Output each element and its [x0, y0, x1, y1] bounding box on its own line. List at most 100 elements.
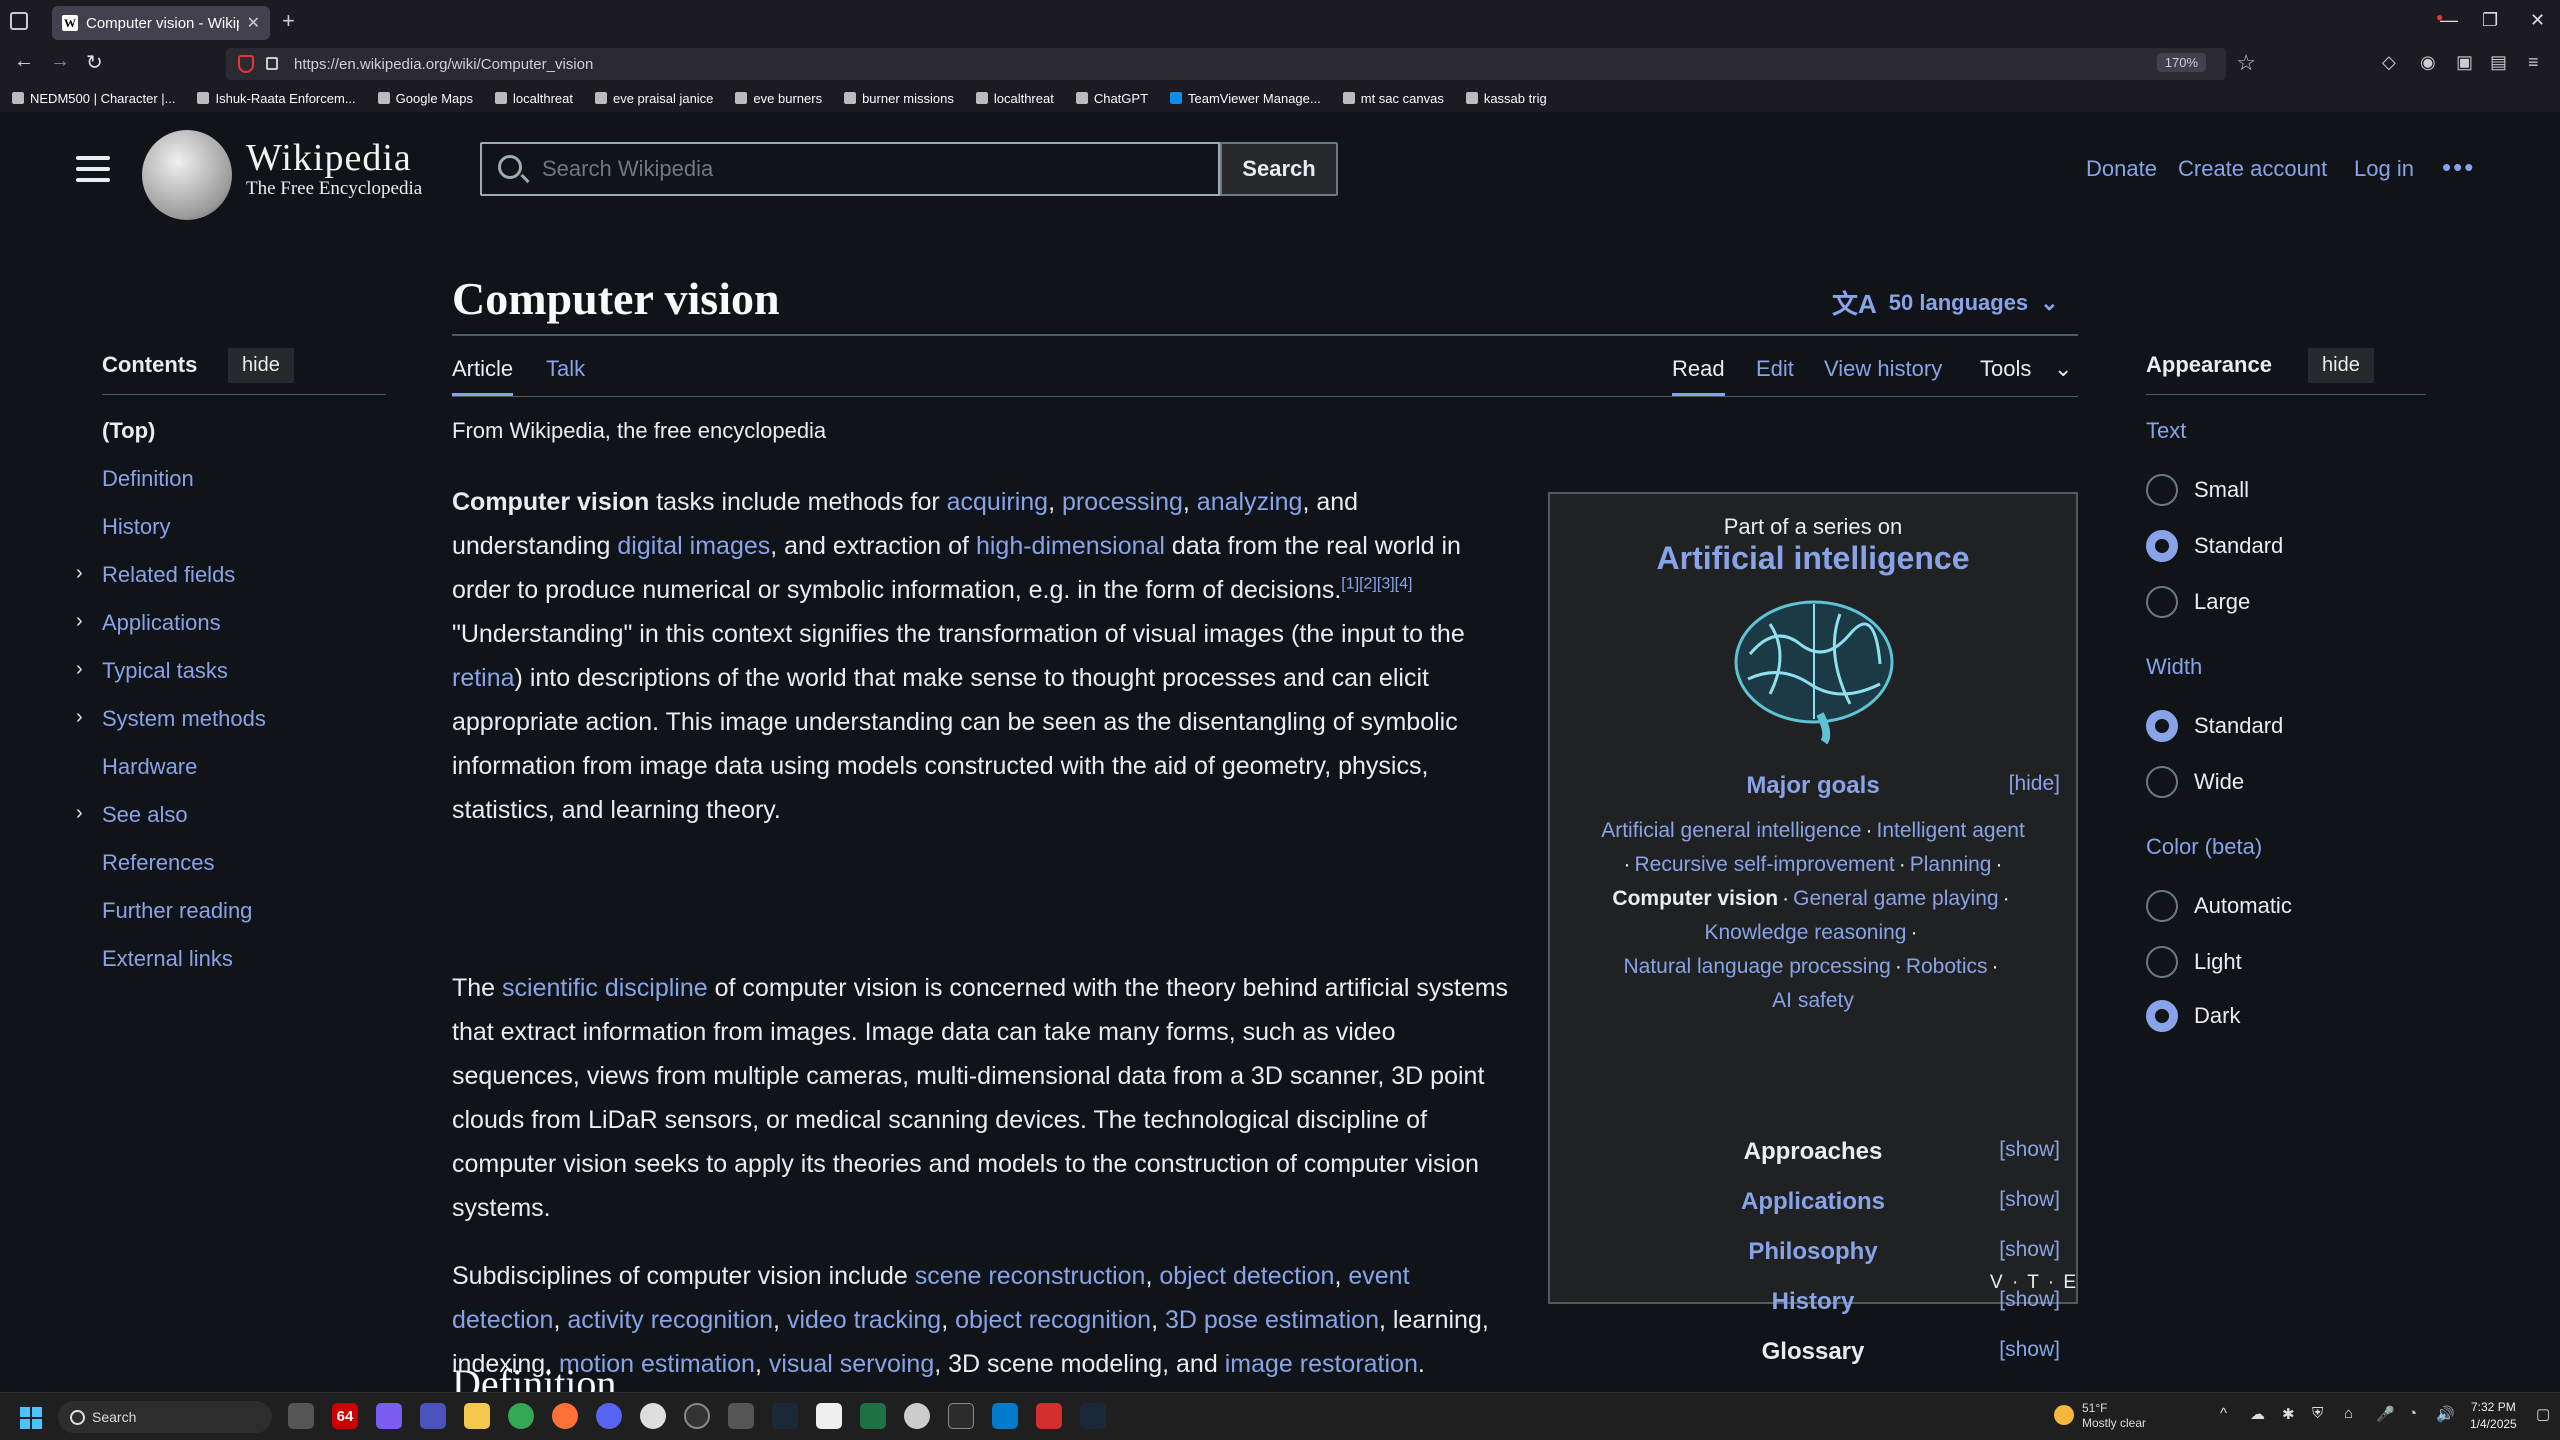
- series-title-link[interactable]: Artificial intelligence: [1550, 540, 2076, 577]
- chevron-right-icon[interactable]: ›: [76, 706, 83, 729]
- profile-icon[interactable]: ◉: [2420, 52, 2436, 73]
- chevron-right-icon[interactable]: ›: [76, 562, 83, 585]
- toc-item-related-fields[interactable]: Related fields: [102, 562, 235, 588]
- minimize-icon[interactable]: —: [2440, 10, 2458, 31]
- sidebar-toggle-icon[interactable]: [10, 12, 28, 30]
- tab-tools[interactable]: Tools: [1980, 356, 2031, 382]
- app-badge-icon[interactable]: 64: [332, 1403, 358, 1429]
- file-explorer-icon[interactable]: [464, 1403, 490, 1429]
- url-text[interactable]: https://en.wikipedia.org/wiki/Computer_v…: [294, 56, 593, 73]
- tab-edit[interactable]: Edit: [1756, 356, 1794, 382]
- donate-link[interactable]: Donate: [2086, 156, 2157, 182]
- toc-item-history[interactable]: History: [102, 514, 170, 540]
- bookmark-item[interactable]: ChatGPT: [1075, 91, 1148, 106]
- link[interactable]: image restoration: [1225, 1350, 1418, 1378]
- wifi-icon[interactable]: ◔: [2408, 1405, 2417, 1422]
- goal-link[interactable]: Artificial general intelligence: [1601, 819, 1861, 842]
- text-size-small-radio[interactable]: Small: [2146, 474, 2249, 506]
- approaches-show-toggle[interactable]: [show]: [1999, 1138, 2060, 1162]
- chevron-down-icon[interactable]: ⌄: [2054, 356, 2072, 382]
- toc-item-applications[interactable]: Applications: [102, 610, 221, 636]
- log-in-link[interactable]: Log in: [2354, 156, 2414, 182]
- app-icon[interactable]: [684, 1403, 710, 1429]
- bookmark-item[interactable]: localthreat: [975, 91, 1054, 106]
- weather-widget[interactable]: 51°F Mostly clear: [2054, 1401, 2146, 1431]
- link[interactable]: scientific discipline: [502, 974, 708, 1002]
- tab-talk[interactable]: Talk: [546, 356, 585, 382]
- appearance-hide-button[interactable]: hide: [2308, 348, 2374, 383]
- toc-item-hardware[interactable]: Hardware: [102, 754, 197, 780]
- network-icon[interactable]: ⌂: [2344, 1405, 2353, 1422]
- pocket-icon[interactable]: ◇: [2382, 52, 2396, 73]
- onedrive-icon[interactable]: ☁: [2250, 1405, 2265, 1423]
- toc-hide-button[interactable]: hide: [228, 348, 294, 383]
- approaches-heading[interactable]: Approaches: [1550, 1138, 2076, 1166]
- link[interactable]: object detection: [1159, 1262, 1334, 1290]
- discord-icon[interactable]: [596, 1403, 622, 1429]
- bluetooth-icon[interactable]: ✱: [2282, 1405, 2295, 1423]
- bookmark-item[interactable]: kassab trig: [1465, 91, 1547, 106]
- microphone-icon[interactable]: 🎤: [2376, 1405, 2395, 1423]
- back-icon[interactable]: ←: [14, 50, 34, 73]
- tab-read[interactable]: Read: [1672, 356, 1725, 396]
- goal-link[interactable]: Robotics: [1906, 955, 1988, 978]
- app-icon[interactable]: [640, 1403, 666, 1429]
- goal-link[interactable]: Planning: [1910, 853, 1992, 876]
- excel-icon[interactable]: [860, 1403, 886, 1429]
- app-icon[interactable]: [904, 1403, 930, 1429]
- link[interactable]: high-dimensional: [976, 532, 1165, 560]
- link[interactable]: activity recognition: [567, 1306, 773, 1334]
- teams-icon[interactable]: [420, 1403, 446, 1429]
- chevron-up-icon[interactable]: ^: [2220, 1405, 2227, 1422]
- width-standard-radio[interactable]: Standard: [2146, 710, 2283, 742]
- major-goals-heading[interactable]: Major goals: [1550, 772, 2076, 800]
- close-tab-icon[interactable]: ✕: [247, 13, 260, 33]
- zoom-level[interactable]: 170%: [2156, 53, 2206, 72]
- goal-link[interactable]: Intelligent agent: [1877, 819, 2025, 842]
- goal-link[interactable]: Knowledge reasoning: [1705, 921, 1907, 944]
- applications-show-toggle[interactable]: [show]: [1999, 1188, 2060, 1212]
- security-icon[interactable]: ⛨: [2312, 1405, 2323, 1422]
- chevron-right-icon[interactable]: ›: [76, 802, 83, 825]
- text-size-large-radio[interactable]: Large: [2146, 586, 2250, 618]
- goal-link[interactable]: General game playing: [1793, 887, 1998, 910]
- taskbar-search[interactable]: Search: [58, 1401, 272, 1433]
- major-goals-hide-toggle[interactable]: [hide]: [2009, 772, 2060, 796]
- notifications-icon[interactable]: ▢: [2536, 1405, 2550, 1423]
- bookmark-item[interactable]: eve praisal janice: [594, 91, 713, 106]
- search-input[interactable]: Search Wikipedia: [480, 142, 1220, 196]
- link[interactable]: acquiring: [947, 488, 1048, 516]
- chevron-right-icon[interactable]: ›: [76, 658, 83, 681]
- bookmark-item[interactable]: Google Maps: [377, 91, 473, 106]
- terminal-icon[interactable]: [948, 1403, 974, 1429]
- notepad-icon[interactable]: [816, 1403, 842, 1429]
- close-window-icon[interactable]: ✕: [2530, 10, 2545, 31]
- color-automatic-radio[interactable]: Automatic: [2146, 890, 2292, 922]
- bookmark-star-icon[interactable]: ☆: [2236, 50, 2256, 76]
- task-view-icon[interactable]: [288, 1403, 314, 1429]
- link[interactable]: digital images: [617, 532, 770, 560]
- reload-icon[interactable]: ↻: [86, 50, 103, 75]
- bookmark-item[interactable]: localthreat: [494, 91, 573, 106]
- firefox-icon[interactable]: [552, 1403, 578, 1429]
- bookmark-item[interactable]: TeamViewer Manage...: [1170, 91, 1321, 106]
- more-options-icon[interactable]: •••: [2442, 152, 2475, 183]
- copilot-icon[interactable]: [376, 1403, 402, 1429]
- link[interactable]: visual servoing: [769, 1350, 934, 1378]
- tab-article[interactable]: Article: [452, 356, 514, 396]
- windows-start-icon[interactable]: [20, 1407, 42, 1429]
- bookmark-item[interactable]: NEDM500 | Character |...: [12, 91, 175, 106]
- toc-item-external-links[interactable]: External links: [102, 946, 233, 972]
- tab-view-history[interactable]: View history: [1824, 356, 1942, 382]
- chrome-icon[interactable]: [508, 1403, 534, 1429]
- search-button[interactable]: Search: [1220, 142, 1338, 196]
- glossary-heading[interactable]: Glossary: [1550, 1338, 2076, 1366]
- toc-item-see-also[interactable]: See also: [102, 802, 188, 828]
- text-size-standard-radio[interactable]: Standard: [2146, 530, 2283, 562]
- toc-item-typical-tasks[interactable]: Typical tasks: [102, 658, 228, 684]
- main-menu-icon[interactable]: [76, 156, 110, 182]
- extension-red-icon[interactable]: ▤: [2490, 52, 2507, 73]
- app-icon[interactable]: [728, 1403, 754, 1429]
- steam-icon[interactable]: [1080, 1403, 1106, 1429]
- goal-link[interactable]: Recursive self-improvement: [1635, 853, 1895, 876]
